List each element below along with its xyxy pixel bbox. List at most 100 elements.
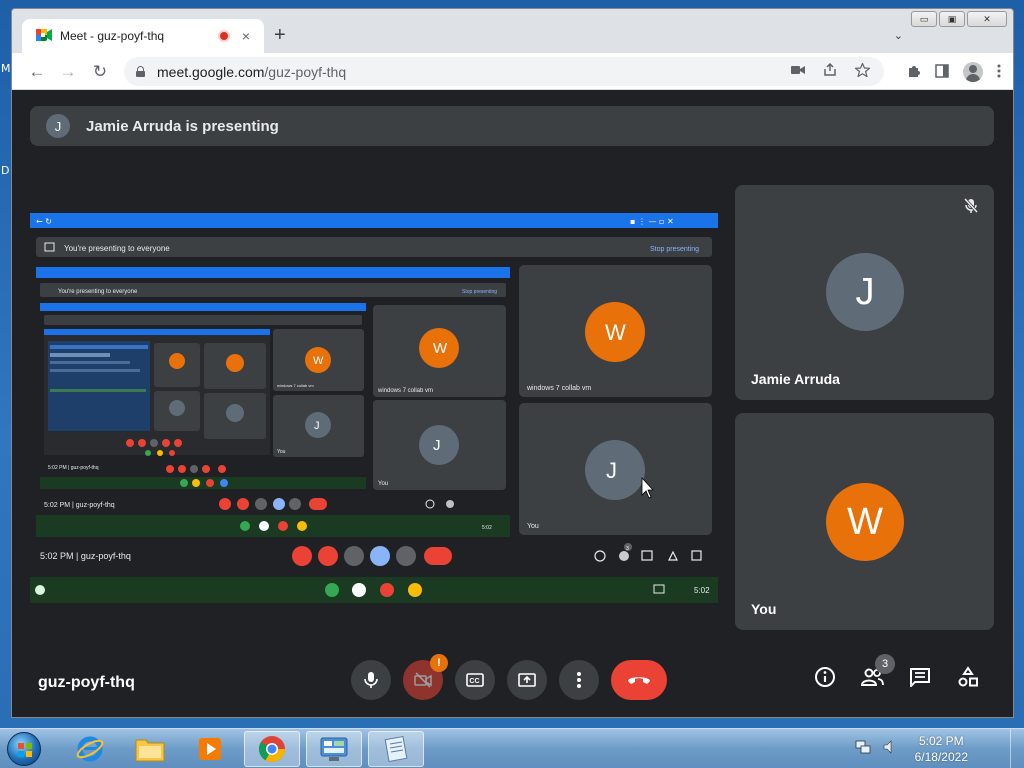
level3-tile-j-name: You [277,449,286,455]
clock-date: 6/18/2022 [914,750,968,764]
participant-tile-you[interactable]: W You [735,413,994,630]
call-controls: guz-poyf-thq ! CC 3 [12,640,1013,717]
browser-toolbar: ← → ↻ meet.google.com/guz-poyf-thq [12,53,1013,90]
activities-icon [958,666,978,687]
show-desktop-button[interactable] [1010,729,1024,768]
chrome-icon [258,736,286,763]
bookmark-star-icon[interactable] [853,62,872,80]
taskbar-explorer[interactable] [122,731,178,767]
presenting-text: Jamie Arruda is presenting [86,117,279,135]
omnibox-icons [791,62,872,80]
present-screen-icon [518,673,536,687]
camera-in-use-icon[interactable] [791,63,805,80]
windows-logo-icon [7,732,41,766]
tab-search-button[interactable]: ⌄ [894,29,903,42]
hang-up-icon [628,677,650,684]
taskbar-chrome[interactable] [244,731,300,767]
level2-tile-w-name: windows 7 collab vm [377,388,433,394]
url-text: meet.google.com/guz-poyf-thq [157,63,347,80]
camera-off-icon [414,672,432,688]
mic-off-icon [962,197,980,215]
avatar-jamie: J [826,253,904,331]
level2-time-code: 5:02 PM | guz-poyf-thq [44,502,115,509]
chat-button[interactable] [907,664,933,690]
extensions-icon[interactable] [907,64,921,81]
camera-alert-badge: ! [430,654,448,672]
svg-text:▪ ⋮ — ▫ ✕: ▪ ⋮ — ▫ ✕ [630,217,674,226]
level2-clock: 5:02 [482,525,492,531]
participant-name-jamie: Jamie Arruda [751,371,840,387]
side-panel-icon[interactable] [935,63,949,81]
people-count-badge: 3 [875,654,895,674]
shared-banner-text: You're presenting to everyone [64,244,170,253]
share-icon[interactable] [823,62,837,80]
clock[interactable]: 5:02 PM 6/18/2022 [915,733,968,765]
shared-level2-banner: You're presenting to everyone [58,289,138,295]
captions-icon: CC [466,673,484,687]
chat-icon [910,668,930,687]
svg-text:CC: CC [469,678,479,685]
minimize-button[interactable]: ▭ [911,11,937,27]
level1-badge: 3 [626,546,629,552]
tab-close-icon[interactable]: × [238,28,254,44]
level3-tile-j-initial: J [314,420,320,432]
maximize-button[interactable]: ▣ [939,11,965,27]
desktop-fragment-m: M [1,62,11,75]
activities-button[interactable] [955,664,981,690]
menu-kebab-icon[interactable] [997,64,1001,81]
tab-meet[interactable]: Meet - guz-poyf-thq × [22,19,264,53]
start-button[interactable] [4,731,44,767]
level3-tile-w-initial: W [313,355,324,367]
close-window-button[interactable]: ✕ [967,11,1007,27]
shared-level2-stop: Stop presenting [462,289,497,295]
volume-icon[interactable] [883,739,897,759]
shared-screen: ← ↻ ▪ ⋮ — ▫ ✕ You're presenting to every… [30,213,718,603]
system-tray: 5:02 PM 6/18/2022 [855,729,1024,768]
profile-avatar[interactable] [963,62,983,82]
media-player-icon [199,738,221,760]
level1-tile-j-initial: J [606,458,617,483]
meet-stage: J Jamie Arruda is presenting ← ↻ ▪ ⋮ — ▫… [12,90,1013,717]
toolbar-right [907,62,1001,82]
level1-tile-j-name: You [527,523,539,530]
reload-button[interactable]: ↻ [89,61,111,83]
notepad-icon [384,736,408,762]
meet-favicon-icon [36,28,52,44]
taskbar-control-panel[interactable] [306,731,362,767]
meeting-code: guz-poyf-thq [38,674,135,691]
present-button[interactable] [507,660,547,700]
clock-time: 5:02 PM [918,734,964,748]
shared-stop-text: Stop presenting [650,246,699,253]
folder-icon [135,739,165,762]
title-bar: Meet - guz-poyf-thq × + ⌄ ▭ ▣ ✕ [12,9,1013,53]
level1-tile-w-initial: W [605,320,626,345]
mic-button[interactable] [351,660,391,700]
taskbar-media-player[interactable] [182,731,238,767]
taskbar-notepad[interactable] [368,731,424,767]
new-tab-button[interactable]: + [274,25,286,45]
level1-tile-w-name: windows 7 collab vm [526,385,591,392]
level3-tile-w-name: windows 7 collab vm [277,383,314,388]
window-controls: ▭ ▣ ✕ [911,11,1007,27]
tab-title: Meet - guz-poyf-thq [60,29,165,43]
level2-tile-j-name: You [378,481,388,487]
participant-name-you: You [751,601,777,617]
network-icon[interactable] [855,739,871,760]
back-button[interactable]: ← [26,61,48,83]
leave-call-button[interactable] [611,660,667,700]
participant-tile-jamie[interactable]: J Jamie Arruda [735,185,994,400]
level1-clock: 5:02 [694,586,710,595]
taskbar-ie[interactable] [62,731,118,767]
presenter-avatar: J [46,114,70,138]
meeting-details-button[interactable] [812,664,838,690]
avatar-you: W [826,483,904,561]
control-panel-icon [320,737,348,761]
lock-icon[interactable] [136,66,145,77]
address-bar[interactable]: meet.google.com/guz-poyf-thq [124,57,884,86]
forward-button[interactable]: → [57,61,79,83]
level1-time-code: 5:02 PM | guz-poyf-thq [40,551,131,561]
svg-text:← ↻: ← ↻ [36,217,52,226]
more-options-button[interactable] [559,660,599,700]
taskbar: 5:02 PM 6/18/2022 [0,728,1024,768]
captions-button[interactable]: CC [455,660,495,700]
